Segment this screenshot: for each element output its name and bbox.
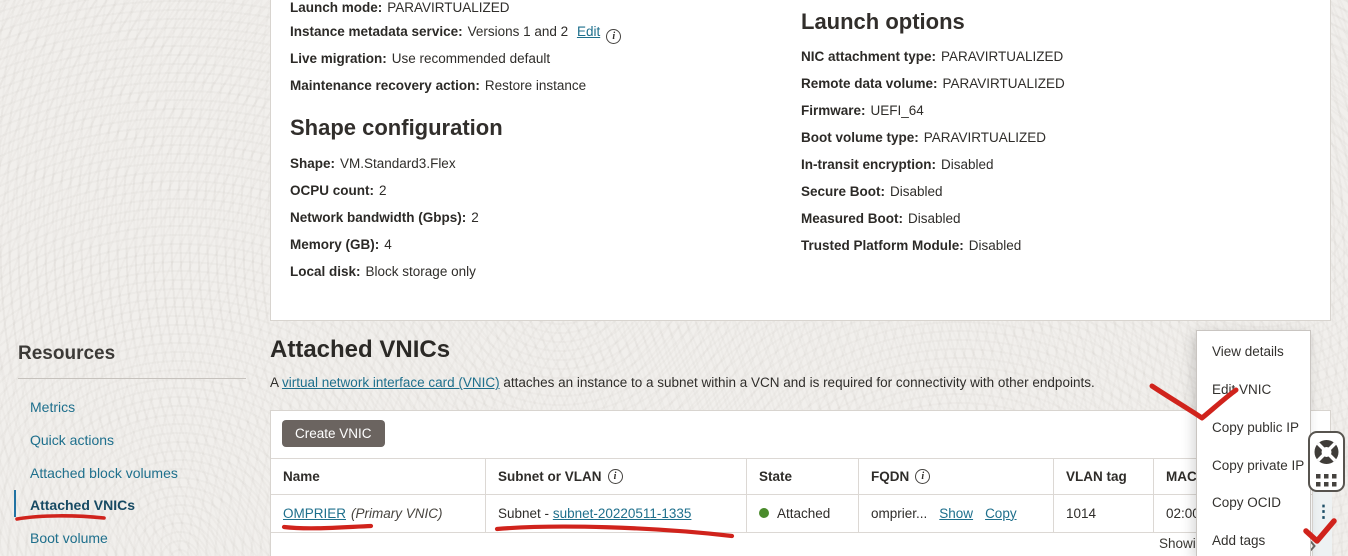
subnet-link[interactable]: subnet-20220511-1335 (553, 506, 692, 521)
detail-boot-volume-type: Boot volume type:PARAVIRTUALIZED (801, 130, 1046, 145)
detail-label: Live migration: (290, 51, 387, 66)
sidebar-item-boot-volume[interactable]: Boot volume (30, 530, 108, 546)
table-border (271, 532, 1332, 533)
subnet-prefix: Subnet - (498, 506, 549, 521)
page-title: Attached VNICs (270, 336, 450, 364)
column-header-fqdn: FQDNi (858, 458, 1053, 494)
description-prefix: A (270, 375, 278, 390)
life-ring-icon (1315, 440, 1339, 464)
detail-local-disk: Local disk:Block storage only (290, 264, 476, 279)
detail-value: PARAVIRTUALIZED (387, 0, 509, 15)
detail-nic-attachment: NIC attachment type:PARAVIRTUALIZED (801, 49, 1063, 64)
vnic-doc-link[interactable]: virtual network interface card (VNIC) (282, 375, 500, 390)
sidebar-item-quick-actions[interactable]: Quick actions (30, 432, 114, 448)
detail-launch-mode: Launch mode: PARAVIRTUALIZED (290, 0, 510, 15)
row-actions-kebab-icon[interactable]: ⋮ (1315, 499, 1331, 525)
info-icon[interactable]: i (608, 469, 623, 484)
sidebar-item-attached-vnics[interactable]: Attached VNICs (30, 497, 135, 513)
console-assist-widget[interactable] (1308, 431, 1345, 492)
active-item-indicator (14, 490, 16, 517)
instance-details-card: Launch mode: PARAVIRTUALIZED Instance met… (270, 0, 1331, 321)
column-header-name: Name (271, 458, 485, 494)
life-ring-and-grid-icons (1310, 433, 1343, 490)
detail-firmware: Firmware:UEFI_64 (801, 103, 924, 118)
primary-vnic-note: (Primary VNIC) (351, 506, 443, 521)
column-header-state: State (746, 458, 858, 494)
cell-vnic-name: OMPRIER (Primary VNIC) (271, 494, 485, 532)
detail-shape: Shape:VM.Standard3.Flex (290, 156, 456, 171)
info-icon[interactable]: i (915, 469, 930, 484)
detail-label: Launch mode: (290, 0, 382, 15)
cell-vlan-tag: 1014 (1053, 494, 1153, 532)
detail-network-bandwidth: Network bandwidth (Gbps):2 (290, 210, 479, 225)
menu-item-edit-vnic[interactable]: Edit VNIC (1212, 382, 1271, 397)
sidebar-item-metrics[interactable]: Metrics (30, 399, 75, 415)
detail-live-migration: Live migration: Use recommended default (290, 51, 550, 66)
menu-item-copy-private-ip[interactable]: Copy private IP (1212, 458, 1304, 473)
section-description: A virtual network interface card (VNIC) … (270, 375, 1095, 390)
fqdn-value: omprier... (871, 506, 927, 521)
attached-vnics-table-card: Create VNIC Name Subnet or VLANi State F… (270, 410, 1331, 556)
column-header-subnet-or-vlan: Subnet or VLANi (485, 458, 746, 494)
detail-ocpu-count: OCPU count:2 (290, 183, 387, 198)
detail-measured-boot: Measured Boot:Disabled (801, 211, 961, 226)
menu-item-view-details[interactable]: View details (1212, 344, 1284, 359)
vnic-actions-context-menu: View details Edit VNIC Copy public IP Co… (1196, 330, 1311, 556)
menu-item-copy-public-ip[interactable]: Copy public IP (1212, 420, 1299, 435)
sidebar-item-attached-block-volumes[interactable]: Attached block volumes (30, 465, 178, 481)
detail-instance-metadata-service: Instance metadata service: Versions 1 and… (290, 24, 621, 44)
detail-in-transit-encryption: In-transit encryption:Disabled (801, 157, 994, 172)
launch-options-title: Launch options (801, 9, 965, 35)
grid-icon (1316, 474, 1337, 487)
fqdn-copy-link[interactable]: Copy (985, 506, 1017, 521)
menu-item-copy-ocid[interactable]: Copy OCID (1212, 495, 1281, 510)
cell-fqdn: omprier... Show Copy (858, 494, 1053, 532)
detail-memory: Memory (GB):4 (290, 237, 392, 252)
detail-value: Use recommended default (392, 51, 550, 66)
edit-metadata-link[interactable]: Edit (577, 24, 600, 39)
cell-state: Attached (746, 494, 858, 532)
column-header-vlan-tag: VLAN tag (1053, 458, 1153, 494)
divider (18, 378, 246, 379)
detail-secure-boot: Secure Boot:Disabled (801, 184, 943, 199)
detail-label: Instance metadata service: (290, 24, 463, 39)
resources-title: Resources (18, 343, 115, 365)
create-vnic-button[interactable]: Create VNIC (282, 420, 385, 447)
vnic-name-link[interactable]: OMPRIER (283, 506, 346, 521)
oci-instance-details-page: Launch mode: PARAVIRTUALIZED Instance met… (0, 0, 1348, 556)
detail-value: Restore instance (485, 78, 586, 93)
detail-maintenance-recovery: Maintenance recovery action: Restore inst… (290, 78, 586, 93)
fqdn-show-link[interactable]: Show (939, 506, 973, 521)
info-icon[interactable]: i (606, 29, 621, 44)
status-attached-dot (759, 508, 769, 518)
description-suffix: attaches an instance to a subnet within … (503, 375, 1094, 390)
red-underline-sidebar-attached-vnics (17, 516, 104, 519)
shape-configuration-title: Shape configuration (290, 115, 503, 141)
menu-item-add-tags[interactable]: Add tags (1212, 533, 1265, 548)
detail-trusted-platform-module: Trusted Platform Module:Disabled (801, 238, 1021, 253)
detail-remote-data-volume: Remote data volume:PARAVIRTUALIZED (801, 76, 1065, 91)
status-badge: Attached (777, 506, 830, 521)
detail-value: Versions 1 and 2 (468, 24, 569, 39)
detail-label: Maintenance recovery action: (290, 78, 480, 93)
cell-subnet: Subnet - subnet-20220511-1335 (485, 494, 746, 532)
